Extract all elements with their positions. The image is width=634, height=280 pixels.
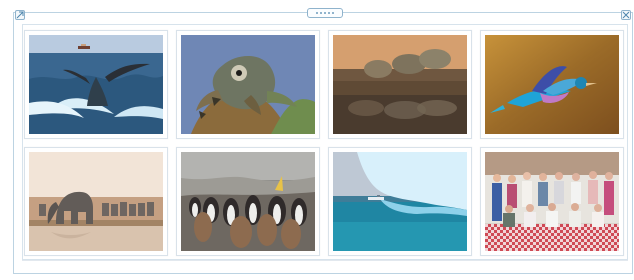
expand-arrow-icon bbox=[16, 11, 24, 19]
expand-icon[interactable] bbox=[15, 10, 25, 20]
iceberg-and-ship-image bbox=[333, 152, 467, 251]
close-icon[interactable] bbox=[621, 10, 631, 20]
photo-tile-roller[interactable] bbox=[480, 30, 624, 139]
humpback-whale-image bbox=[29, 35, 163, 134]
quail-family-image bbox=[333, 35, 467, 134]
grip-dot-icon bbox=[320, 12, 322, 14]
photo-tile-elephants[interactable] bbox=[24, 147, 168, 256]
photo-tile-penguins[interactable] bbox=[176, 147, 320, 256]
photo-tile-group[interactable] bbox=[480, 147, 624, 256]
chameleon-image bbox=[181, 35, 315, 134]
grip-dot-icon bbox=[328, 12, 330, 14]
elephants-at-waterhole-image bbox=[29, 152, 163, 251]
lilac-breasted-roller-image bbox=[485, 35, 619, 134]
gallery-bottom-border bbox=[22, 260, 628, 261]
photo-tile-whale[interactable] bbox=[24, 30, 168, 139]
grip-dot-icon bbox=[316, 12, 318, 14]
photo-tile-chameleon[interactable] bbox=[176, 30, 320, 139]
group-photo-image bbox=[485, 152, 619, 251]
penguin-colony-image bbox=[181, 152, 315, 251]
photo-tile-iceberg[interactable] bbox=[328, 147, 472, 256]
grip-dot-icon bbox=[332, 12, 334, 14]
grip-dot-icon bbox=[324, 12, 326, 14]
close-x-icon bbox=[622, 11, 630, 19]
photo-tile-quail[interactable] bbox=[328, 30, 472, 139]
drag-handle[interactable] bbox=[307, 8, 343, 18]
